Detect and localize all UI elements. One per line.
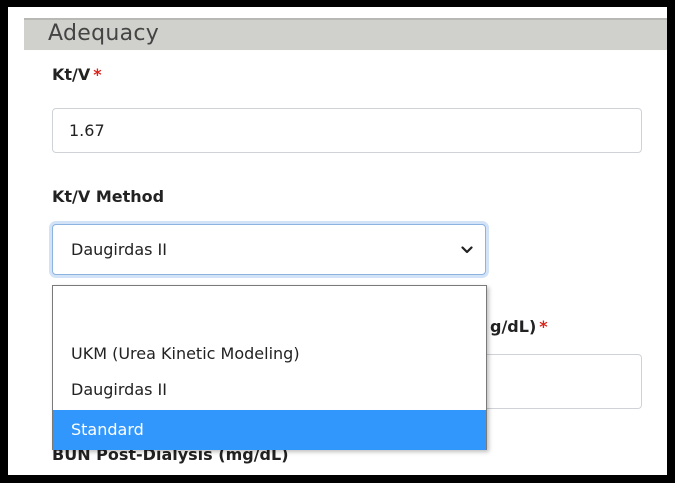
bun-pre-label: g/dL) * bbox=[490, 317, 548, 336]
section-title: Adequacy bbox=[48, 21, 160, 46]
ktv-method-dropdown-list: UKM (Urea Kinetic Modeling) Daugirdas II… bbox=[52, 285, 487, 450]
ktv-input[interactable]: 1.67 bbox=[52, 108, 642, 153]
required-marker: * bbox=[539, 317, 548, 336]
ktv-label: Kt/V * bbox=[52, 65, 102, 84]
bun-pre-input[interactable] bbox=[486, 354, 642, 409]
option-blank[interactable] bbox=[53, 286, 486, 336]
required-marker: * bbox=[93, 65, 102, 84]
option-standard[interactable]: Standard bbox=[53, 410, 486, 450]
option-daugirdas-ii[interactable]: Daugirdas II bbox=[53, 374, 486, 406]
chevron-down-icon bbox=[461, 246, 473, 254]
bun-pre-label-text: g/dL) bbox=[490, 317, 537, 336]
ktv-method-label: Kt/V Method bbox=[52, 187, 165, 206]
ktv-method-selected-value: Daugirdas II bbox=[71, 240, 167, 259]
form-panel: Adequacy Kt/V * 1.67 Kt/V Method Daugirda… bbox=[8, 7, 667, 475]
option-ukm[interactable]: UKM (Urea Kinetic Modeling) bbox=[53, 338, 486, 370]
ktv-label-text: Kt/V bbox=[52, 65, 91, 84]
ktv-method-select[interactable]: Daugirdas II bbox=[52, 224, 486, 275]
